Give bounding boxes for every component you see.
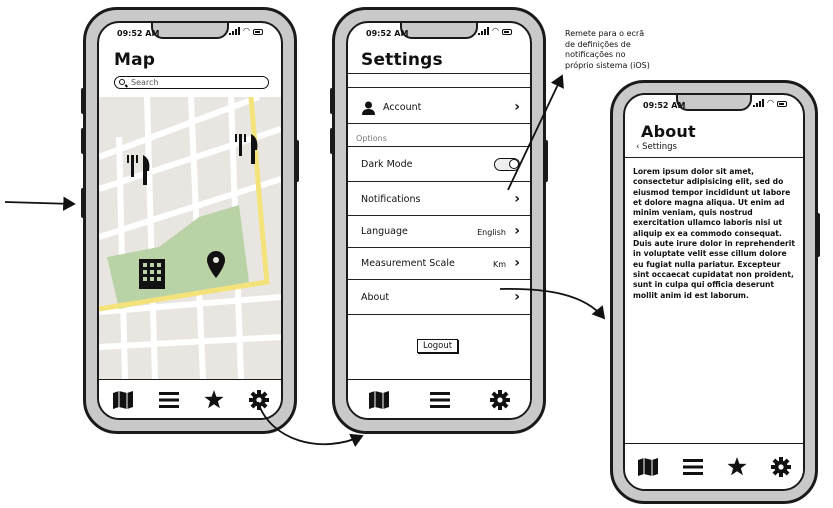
about-to-about-screen-arrow <box>499 288 606 320</box>
notifications-to-note-arrow <box>507 74 564 191</box>
flow-arrows <box>4 74 606 448</box>
entry-arrow <box>4 196 76 211</box>
gear-to-settings-arrow <box>257 401 364 448</box>
